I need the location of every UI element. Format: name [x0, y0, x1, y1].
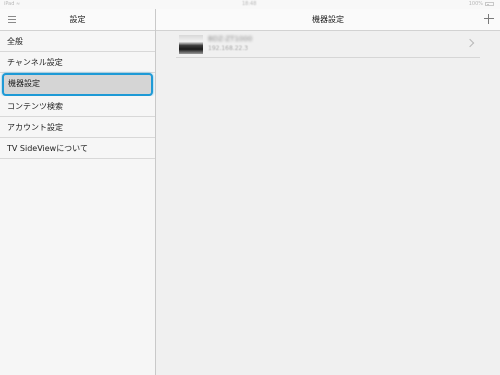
sidebar-item-about[interactable]: TV SideViewについて [0, 138, 155, 159]
page-title: 機器設定 [312, 15, 344, 24]
sidebar-item-general[interactable]: 全般 [0, 31, 155, 52]
device-thumbnail [179, 35, 203, 54]
sidebar-title: 設定 [69, 15, 86, 24]
plus-icon[interactable] [484, 14, 494, 24]
main-header: 機器設定 [156, 9, 500, 31]
device-list-item[interactable]: BDZ-ZT1000 192.168.22.3 [176, 31, 480, 58]
chevron-right-icon [465, 38, 475, 48]
battery-icon [485, 2, 494, 6]
sidebar-header: 設定 [0, 9, 155, 31]
device-ip-address: 192.168.22.3 [208, 45, 249, 52]
battery-percent: 100% [468, 1, 483, 7]
sidebar-item-channel-settings[interactable]: チャンネル設定 [0, 52, 155, 73]
clock: 18:48 [242, 1, 257, 7]
device-name: BDZ-ZT1000 [208, 35, 253, 43]
sidebar: 設定 全般 チャンネル設定 機器設定 コンテンツ検索 アカウント設定 TV Si… [0, 9, 156, 375]
sidebar-item-device-settings[interactable]: 機器設定 [2, 73, 153, 96]
carrier-text: iPad [4, 1, 15, 7]
sidebar-item-account-settings[interactable]: アカウント設定 [0, 117, 155, 138]
battery-indicator: 100% [469, 1, 494, 7]
main-panel: 機器設定 BDZ-ZT1000 192.168.22.3 [156, 9, 500, 375]
status-bar: iPad ≈ 18:48 100% [0, 0, 500, 9]
sidebar-item-content-search[interactable]: コンテンツ検索 [0, 96, 155, 117]
carrier-label: iPad ≈ [4, 1, 20, 7]
wifi-icon: ≈ [16, 1, 21, 7]
